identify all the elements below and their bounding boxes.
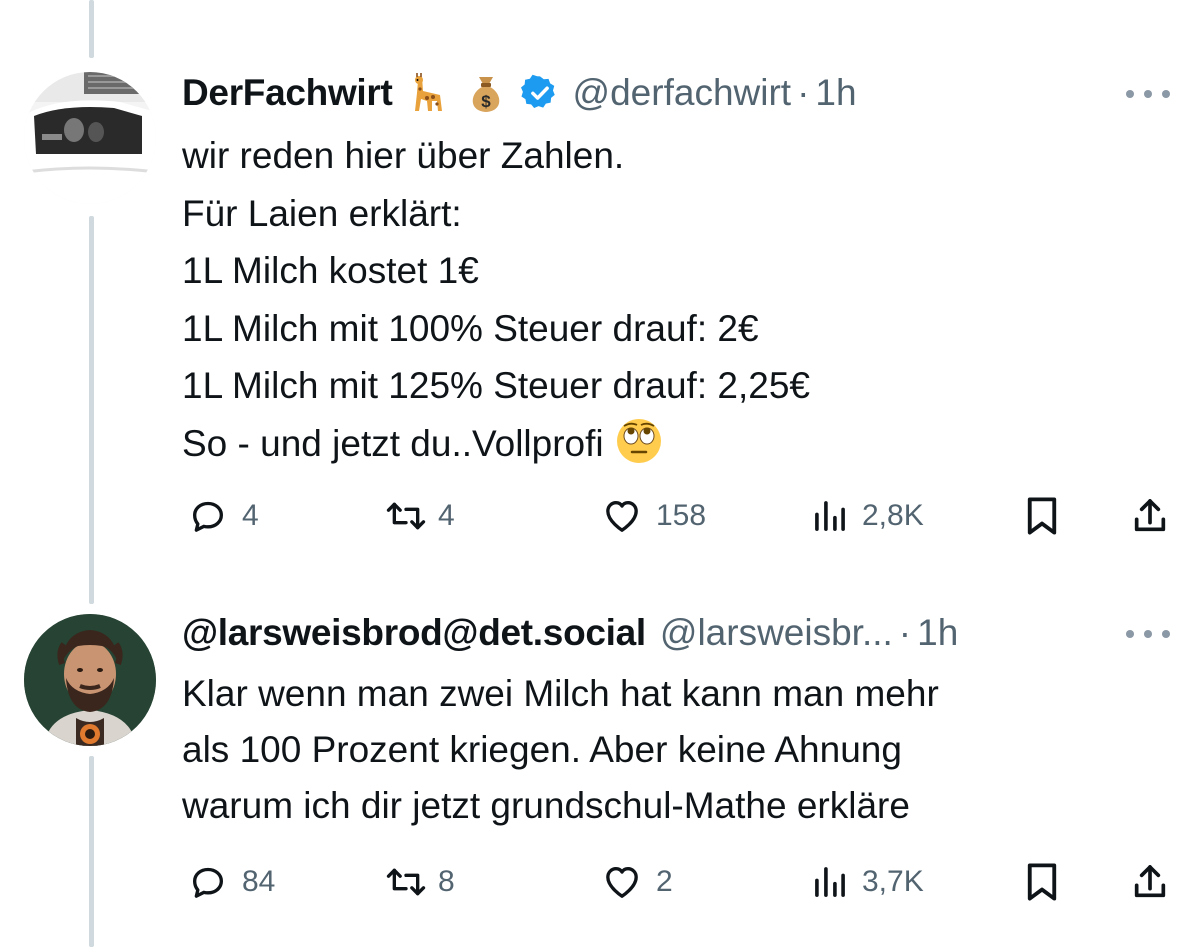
- text-line: wir reden hier über Zahlen.: [182, 135, 625, 176]
- bookmark-icon: [1024, 861, 1060, 903]
- repost-button[interactable]: 8: [384, 854, 455, 910]
- views-icon: [812, 496, 848, 536]
- handle[interactable]: @derfachwirt: [573, 68, 792, 118]
- views-icon: [812, 862, 848, 902]
- bookmark-icon: [1024, 495, 1060, 537]
- timestamp[interactable]: 1h: [917, 608, 958, 658]
- text-line: Für Laien erklärt:: [182, 192, 462, 234]
- tweet-text: Klar wenn man zwei Milch hat kann man me…: [182, 666, 1160, 834]
- reply-icon: [188, 862, 228, 902]
- text-line: warum ich dir jetzt grundschul-Mathe erk…: [182, 785, 910, 826]
- tweet-larsweisbrod[interactable]: @larsweisbrod@det.social @larsweisbr... …: [0, 590, 1200, 947]
- like-button[interactable]: 158: [602, 488, 706, 544]
- text-line-content: So - und jetzt du..Vollprofi: [182, 422, 604, 464]
- text-line: 1L Milch kostet 1€: [182, 250, 479, 291]
- text-line: Klar wenn man zwei Milch hat kann man me…: [182, 673, 939, 714]
- share-button[interactable]: [1130, 854, 1170, 910]
- repost-count: 8: [438, 865, 455, 898]
- text-line: 1L Milch mit 100% Steuer drauf: 2€: [182, 307, 759, 349]
- svg-text:$: $: [481, 92, 491, 111]
- repost-button[interactable]: 4: [384, 488, 455, 544]
- more-icon[interactable]: [1126, 624, 1170, 644]
- views-button[interactable]: 2,8K: [812, 488, 924, 544]
- tweet-header: @larsweisbrod@det.social @larsweisbr... …: [182, 608, 1140, 658]
- money-bag-emoji: $: [463, 70, 509, 116]
- text-line-last: So - und jetzt du..Vollprofi: [182, 415, 1160, 473]
- separator-dot: ·: [898, 612, 912, 653]
- share-button[interactable]: [1130, 488, 1170, 544]
- avatar[interactable]: [24, 614, 156, 746]
- tweet-actions: 4 4 158 2,8K: [182, 488, 1172, 544]
- more-icon[interactable]: [1126, 84, 1170, 104]
- avatar[interactable]: [24, 72, 156, 204]
- display-name[interactable]: DerFachwirt: [182, 68, 393, 118]
- like-icon: [602, 496, 642, 536]
- tweet-actions: 84 8 2 3,7K: [182, 854, 1172, 910]
- handle[interactable]: @larsweisbr...: [660, 608, 893, 658]
- bookmark-button[interactable]: [1024, 854, 1060, 910]
- share-icon: [1130, 495, 1170, 537]
- repost-icon: [384, 862, 428, 902]
- giraffe-emoji: [405, 70, 451, 116]
- tweet-header: DerFachwirt $ @derfachwirt · 1h: [182, 68, 1140, 118]
- reply-button[interactable]: 84: [188, 854, 275, 910]
- display-name[interactable]: @larsweisbrod@det.social: [182, 608, 646, 658]
- reply-button[interactable]: 4: [188, 488, 259, 544]
- like-count: 2: [656, 865, 673, 898]
- views-button[interactable]: 3,7K: [812, 854, 924, 910]
- reply-count: 84: [242, 865, 276, 898]
- face-with-rolling-eyes-emoji: [614, 416, 664, 466]
- bookmark-button[interactable]: [1024, 488, 1060, 544]
- text-line: als 100 Prozent kriegen. Aber keine Ahnu…: [182, 729, 902, 770]
- like-icon: [602, 862, 642, 902]
- text-line: 1L Milch mit 125% Steuer drauf: 2,25€: [182, 365, 810, 406]
- share-icon: [1130, 861, 1170, 903]
- reply-icon: [188, 496, 228, 536]
- repost-count: 4: [438, 499, 455, 532]
- timestamp[interactable]: 1h: [815, 68, 856, 118]
- reply-count: 4: [242, 499, 259, 532]
- views-count: 3,7K: [862, 865, 924, 898]
- tweet-text: wir reden hier über Zahlen. Für Laien er…: [182, 127, 1160, 472]
- repost-icon: [384, 496, 428, 536]
- separator-dot: ·: [797, 72, 810, 113]
- verified-badge-icon[interactable]: [520, 74, 559, 112]
- views-count: 2,8K: [862, 499, 924, 532]
- tweet-derfachwirt[interactable]: DerFachwirt $ @derfachwirt · 1h wir rede…: [0, 0, 1200, 590]
- like-button[interactable]: 2: [602, 854, 673, 910]
- like-count: 158: [656, 499, 707, 532]
